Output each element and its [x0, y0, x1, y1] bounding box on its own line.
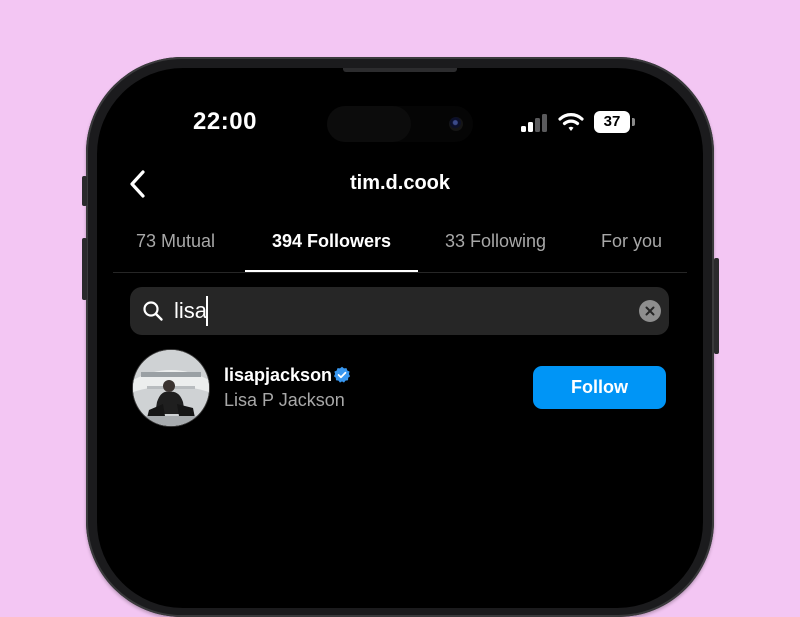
dynamic-island-pill — [327, 106, 411, 142]
tab-followers[interactable]: 394 Followers — [272, 231, 391, 252]
text-caret — [206, 296, 208, 326]
side-button — [82, 238, 87, 300]
side-button — [714, 258, 719, 354]
verified-badge-icon — [333, 366, 351, 383]
battery-tip — [632, 118, 635, 126]
wifi-icon — [558, 113, 584, 131]
search-input[interactable] — [174, 298, 594, 324]
dynamic-island — [327, 106, 473, 142]
result-username[interactable]: lisapjackson — [224, 365, 332, 386]
clear-icon[interactable] — [639, 300, 661, 322]
search-field[interactable] — [130, 287, 669, 335]
battery-icon: 37 — [594, 111, 630, 133]
tab-mutual[interactable]: 73 Mutual — [136, 231, 215, 252]
tab-for-you[interactable]: For you — [601, 231, 662, 252]
side-button — [82, 176, 87, 206]
avatar[interactable] — [133, 350, 209, 426]
status-time: 22:00 — [193, 108, 257, 135]
search-icon — [143, 301, 163, 321]
front-camera-icon — [449, 117, 463, 131]
follow-button[interactable]: Follow — [533, 366, 666, 409]
cellular-signal-icon — [521, 112, 551, 132]
tab-following[interactable]: 33 Following — [445, 231, 546, 252]
earpiece-speaker — [343, 68, 457, 72]
profile-username-title: tim.d.cook — [349, 172, 450, 194]
tab-divider — [113, 272, 687, 273]
result-full-name: Lisa P Jackson — [224, 390, 345, 410]
phone-screen: 22:00 37 tim.d.cook 73 Mutual 394 Follow… — [97, 68, 703, 608]
